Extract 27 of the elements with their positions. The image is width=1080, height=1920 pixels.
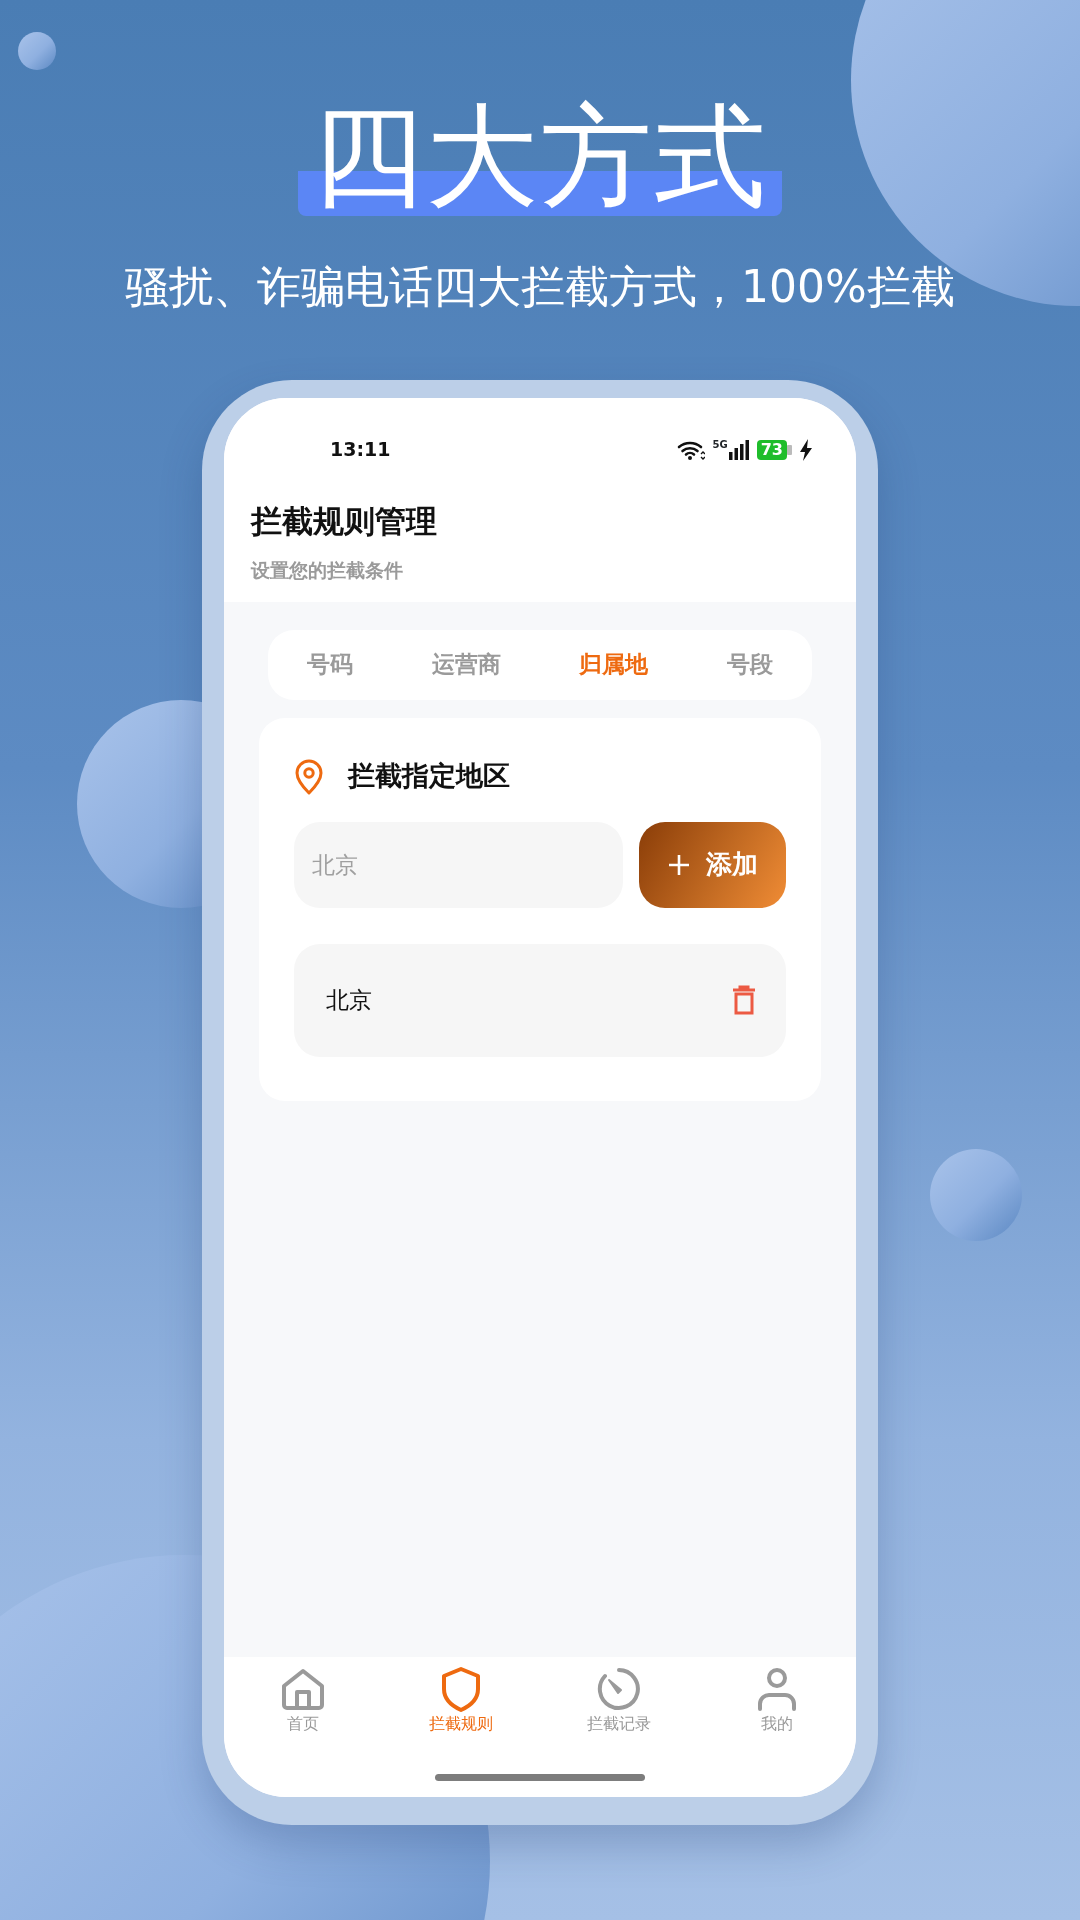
region-input-field[interactable]: 北京 [294,821,623,908]
battery-level: 73 [756,439,787,460]
signal-icon [728,439,749,460]
network-label: 5G [712,439,728,450]
page-title: 拦截规则管理 [251,501,438,541]
region-name: 北京 [326,985,372,1015]
status-time: 13:11 [330,437,391,463]
bubble-decoration [18,32,56,70]
nav-tab[interactable]: 首页 [243,1664,363,1737]
tab[interactable]: 号段 [720,643,779,686]
nav-tab[interactable]: 拦截记录 [559,1664,679,1737]
card-title: 拦截指定地区 [348,759,510,794]
plus-icon [667,853,690,876]
add-button[interactable]: 添加 [639,821,786,908]
location-pin-icon [294,758,324,795]
charging-icon [800,438,812,461]
page-subtitle: 设置您的拦截条件 [251,558,404,584]
nav-tab[interactable]: 拦截规则 [401,1664,521,1737]
tab[interactable]: 号码 [301,643,360,686]
trash-icon[interactable] [732,985,756,1016]
headline: 四大方式 [298,98,782,216]
nav-tab[interactable]: 我的 [717,1664,837,1737]
tab[interactable]: 运营商 [425,643,507,686]
battery-cap-icon [787,444,792,455]
timer-icon [596,1665,642,1712]
subtitle: 骚扰、诈骗电话四大拦截方式，100%拦截 [124,259,956,314]
tab[interactable]: 归属地 [573,643,655,686]
